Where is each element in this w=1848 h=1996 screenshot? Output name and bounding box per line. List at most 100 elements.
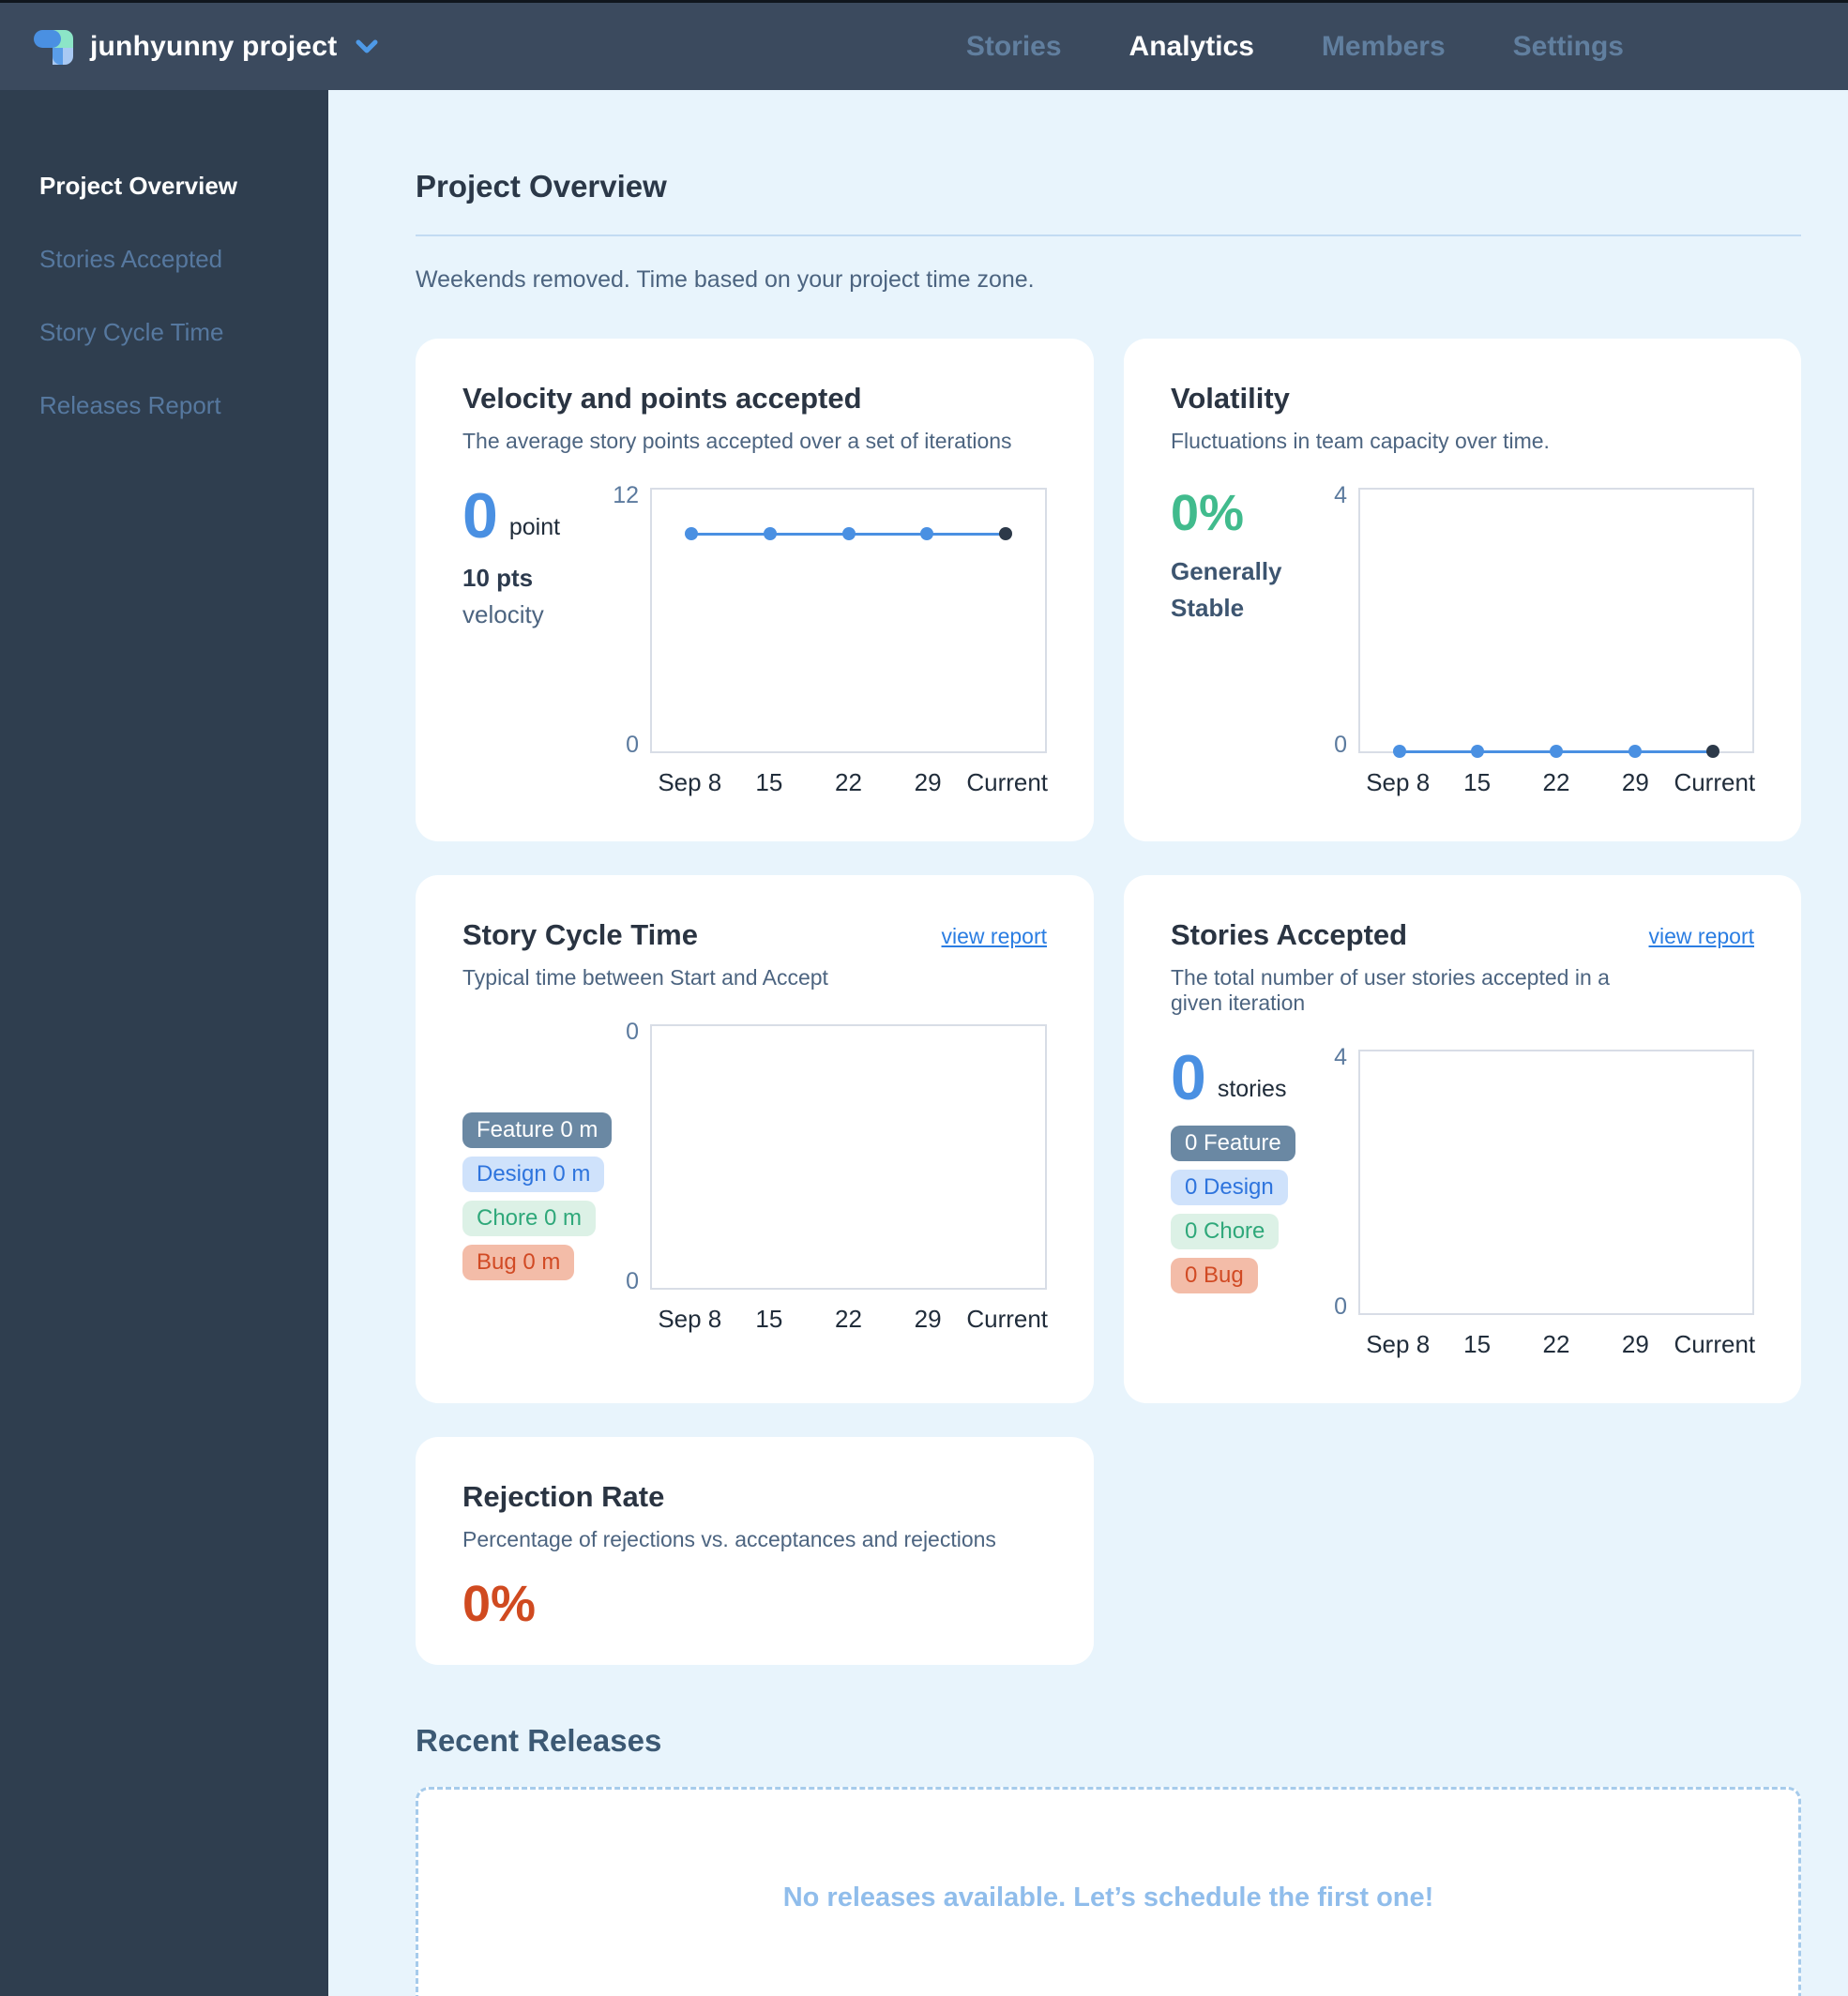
tracker-logo-icon [32,25,75,68]
data-point [1392,745,1406,758]
data-point [841,527,856,540]
badge-chore: 0 Chore [1171,1214,1280,1250]
velocity-label: velocity [462,600,544,629]
card-title: Rejection Rate [462,1480,665,1513]
x-axis: Sep 8 15 22 29 Current [650,1301,1049,1342]
x-axis-label: Current [966,1305,1049,1333]
card-title: Stories Accepted [1171,918,1408,951]
x-axis-label: Current [966,768,1049,796]
x-axis-label: Sep 8 [1366,768,1431,796]
x-axis-label: Current [1674,768,1756,796]
view-report-link[interactable]: view report [942,924,1047,949]
chevron-down-icon [356,39,378,54]
tab-analytics[interactable]: Analytics [1129,31,1254,63]
x-axis-label: 15 [755,768,783,796]
stories-accepted-unit: stories [1217,1076,1287,1103]
card-title: Volatility [1171,382,1290,415]
volatility-value: 0% [1171,485,1245,541]
x-axis-label: Sep 8 [658,1305,722,1333]
story-cycle-legend: Feature 0 m Design 0 m Chore 0 m Bug 0 m [462,1022,650,1342]
page-subtitle: Weekends removed. Time based on your pro… [416,266,1035,293]
velocity-value: 0 [462,480,498,552]
sidebar: Project Overview Stories Accepted Story … [0,90,328,1996]
x-axis-label: 29 [1621,1330,1649,1358]
data-point [763,527,777,540]
story-cycle-chart: 0 0 Sep 8 15 22 29 Current [626,1019,1049,1342]
card-velocity: Velocity and points accepted The average… [416,339,1094,841]
stories-accepted-chart: 4 0 Sep 8 15 22 29 Current [1334,1044,1756,1368]
y-axis-max-label: 4 [1334,1044,1347,1070]
card-subtitle: Percentage of rejections vs. acceptances… [462,1527,996,1551]
x-axis-label: 22 [835,1305,862,1333]
badge-design: Design 0 m [462,1157,605,1192]
page-title: Project Overview [416,169,667,204]
volatility-chart: 4 0 Sep 8 15 22 29 Current [1334,482,1756,806]
project-name[interactable]: junhyunny project [90,31,337,63]
sidebar-item-project-overview[interactable]: Project Overview [39,172,328,201]
y-axis-max-label: 0 [626,1019,639,1045]
data-point-current [1706,745,1720,758]
main-content: Project Overview Weekends removed. Time … [328,90,1848,1996]
x-axis: Sep 8 15 22 29 Current [650,764,1049,806]
badge-bug: Bug 0 m [462,1245,575,1280]
releases-empty-state: No releases available. Let’s schedule th… [416,1787,1801,1996]
velocity-unit: point [508,514,561,541]
data-point [684,527,698,540]
data-point [920,527,934,540]
x-axis-label: 15 [1463,1330,1492,1358]
x-axis: Sep 8 15 22 29 Current [1358,1326,1756,1368]
tab-stories[interactable]: Stories [966,31,1062,63]
y-axis-max-label: 12 [613,482,639,508]
card-subtitle: The total number of user stories accepte… [1171,965,1610,1015]
tab-settings[interactable]: Settings [1513,31,1624,63]
y-axis-min-label: 0 [626,1268,639,1294]
x-axis-label: Current [1674,1330,1756,1358]
volatility-stat: 0% Generally Stable [1171,486,1358,806]
data-point [1550,745,1563,758]
x-axis-label: Sep 8 [658,768,722,796]
y-axis-min-label: 0 [1334,732,1347,758]
volatility-status-line1: Generally [1171,557,1282,585]
data-point [1628,745,1642,758]
x-axis-label: 29 [914,768,942,796]
x-axis: Sep 8 15 22 29 Current [1358,764,1756,806]
stories-accepted-stat: 0 stories 0 Feature 0 Design 0 Chore 0 B… [1171,1042,1358,1368]
releases-empty-message: No releases available. Let’s schedule th… [782,1882,1434,1913]
chart-frame: 4 0 [1334,482,1754,758]
volatility-status-line2: Stable [1171,594,1245,622]
view-report-link[interactable]: view report [1649,924,1754,949]
rejection-rate-value: 0% [462,1576,537,1632]
velocity-chart: 12 0 Sep 8 15 22 29 Current [613,482,1049,806]
badge-feature: 0 Feature [1171,1126,1295,1162]
x-axis-label: 29 [914,1305,942,1333]
card-title: Velocity and points accepted [462,382,862,415]
badge-design: 0 Design [1171,1170,1288,1206]
project-switcher[interactable]: junhyunny project [32,25,378,68]
y-axis-min-label: 0 [1334,1293,1347,1320]
card-rejection-rate: Rejection Rate Percentage of rejections … [416,1437,1094,1665]
data-point-current [999,527,1013,540]
recent-releases-heading: Recent Releases [416,1723,662,1758]
badge-feature: Feature 0 m [462,1112,613,1148]
main-nav: Stories Analytics Members Settings [966,31,1624,63]
chart-frame: 12 0 [613,482,1047,758]
y-axis-max-label: 4 [1334,482,1347,508]
data-point [1471,745,1485,758]
topbar: junhyunny project Stories Analytics Memb… [0,3,1848,90]
tab-members[interactable]: Members [1322,31,1446,63]
card-subtitle: Fluctuations in team capacity over time. [1171,429,1550,453]
chart-frame: 0 0 [626,1019,1047,1294]
sidebar-item-releases-report[interactable]: Releases Report [39,391,328,420]
sidebar-item-stories-accepted[interactable]: Stories Accepted [39,245,328,274]
card-subtitle: Typical time between Start and Accept [462,965,828,990]
x-axis-label: 15 [1463,768,1492,796]
x-axis-label: Sep 8 [1366,1330,1431,1358]
velocity-pts: 10 pts [462,564,534,593]
x-axis-label: 22 [1542,1330,1570,1358]
stories-accepted-value: 0 [1171,1042,1206,1113]
chart-frame: 4 0 [1334,1044,1754,1320]
card-story-cycle-time: Story Cycle Time Typical time between St… [416,875,1094,1403]
title-divider [416,234,1801,236]
sidebar-item-story-cycle-time[interactable]: Story Cycle Time [39,318,328,347]
analytics-grid: Velocity and points accepted The average… [416,339,1801,1665]
